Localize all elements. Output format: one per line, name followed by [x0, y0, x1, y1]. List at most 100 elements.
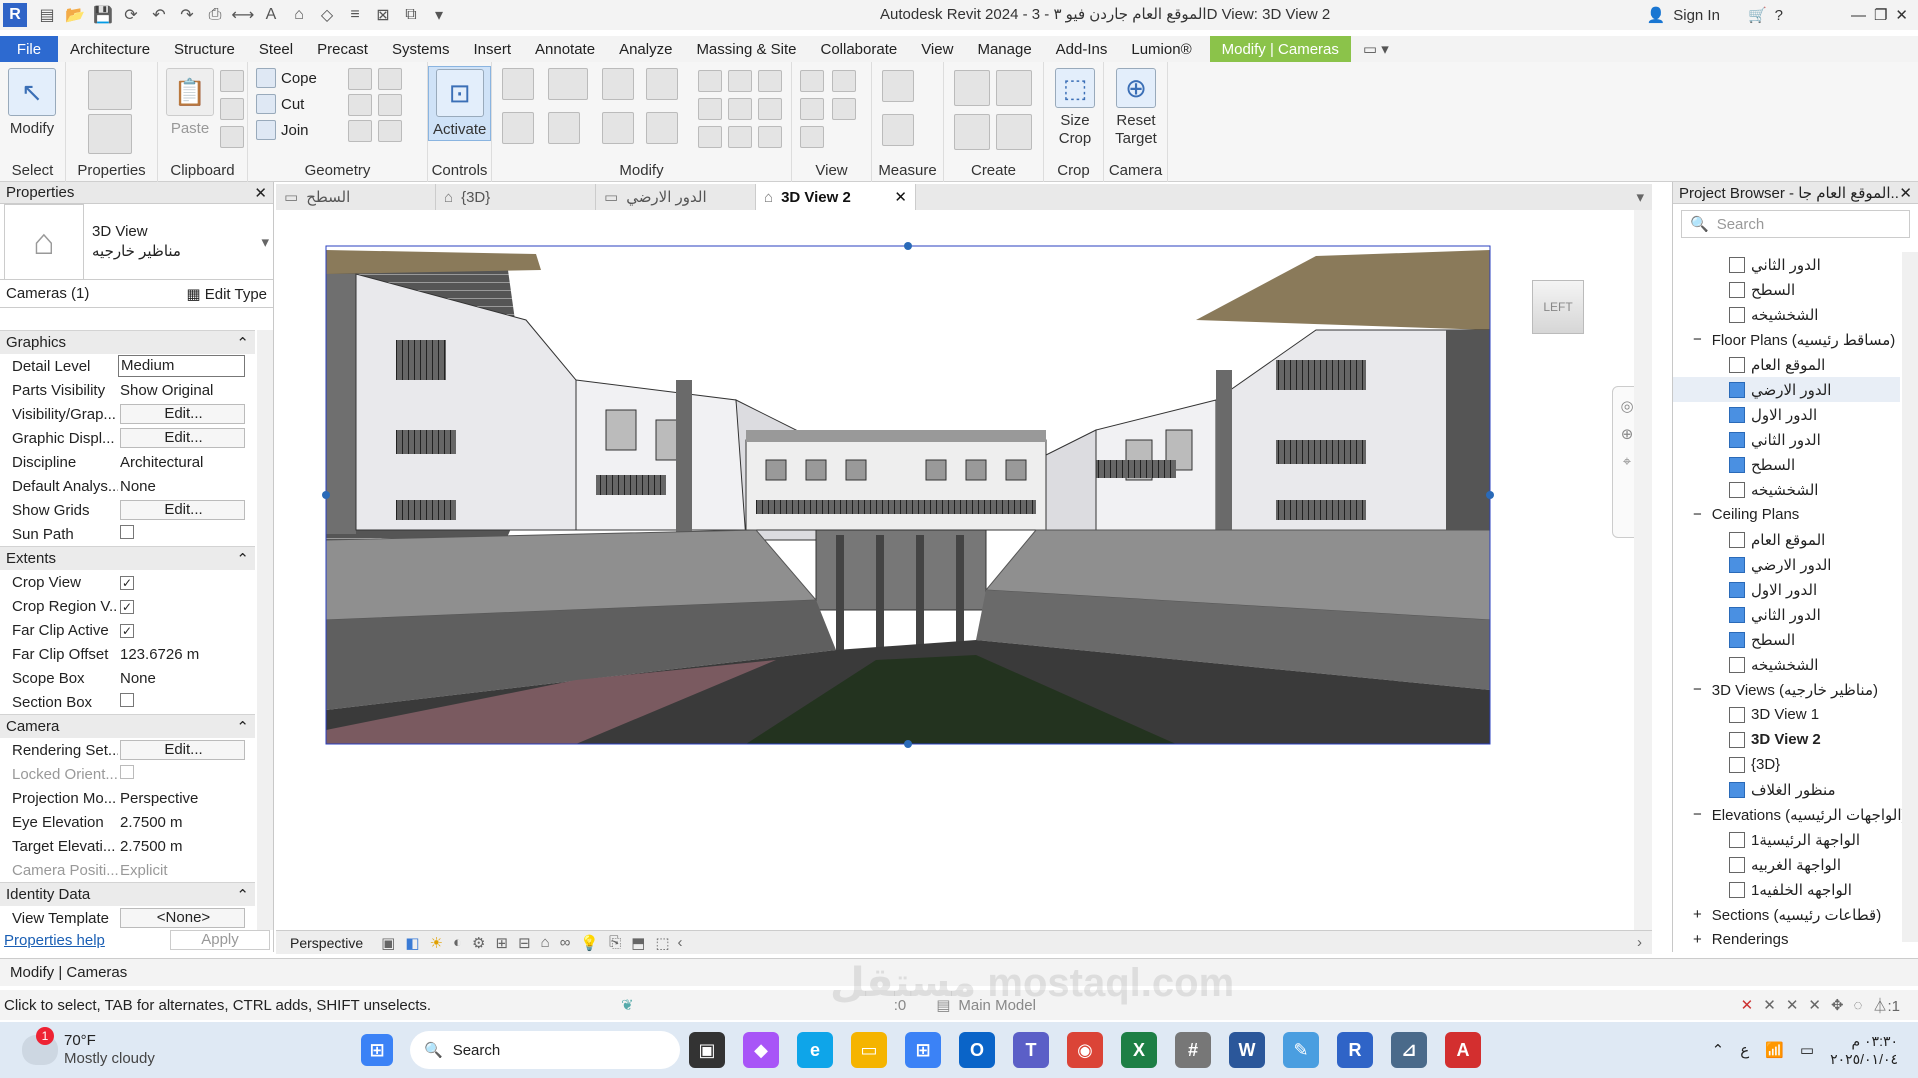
help-icon[interactable]: ? — [1775, 7, 1783, 24]
ribbon-tab-systems[interactable]: Systems — [380, 36, 462, 62]
browser-category[interactable]: −Elevations (الواجهات الرئيسيه) — [1673, 802, 1907, 827]
view-tab[interactable]: ▭ الدور الارضي — [596, 184, 756, 210]
browser-item[interactable]: السطح — [1673, 277, 1900, 302]
ribbon-tab-modify-cameras[interactable]: Modify | Cameras — [1209, 36, 1351, 62]
properties-scrollbar[interactable] — [257, 330, 273, 930]
properties-icon[interactable] — [88, 114, 132, 154]
dimension-icon[interactable] — [882, 114, 914, 146]
split-face-icon[interactable] — [378, 68, 402, 90]
split-gap-icon[interactable] — [728, 70, 752, 92]
browser-item[interactable]: الواجهه الخلفيه1 — [1673, 877, 1900, 902]
hide-isolate-icon[interactable]: ∞ — [560, 934, 571, 951]
browser-item[interactable]: الشخشيخه — [1673, 477, 1900, 502]
select-underlay-icon[interactable]: ✕ — [1763, 996, 1776, 1014]
copy-element-icon[interactable] — [548, 112, 580, 144]
reset-target-button[interactable]: ⊕ Reset Target — [1108, 68, 1164, 148]
browser-item[interactable]: الدور الاول — [1673, 577, 1900, 602]
browser-item[interactable]: الدور الثاني — [1673, 602, 1900, 627]
rendering-edit-button[interactable]: Edit... — [120, 740, 245, 760]
edge-icon[interactable]: e — [797, 1032, 833, 1068]
trim-single-icon[interactable] — [698, 126, 722, 148]
browser-item[interactable]: 3D View 1 — [1673, 702, 1900, 727]
browser-category[interactable]: + Sections (قطاعات رئيسيه) — [1673, 902, 1900, 927]
view-tab[interactable]: ⌂ 3D View 2 ✕ — [756, 184, 916, 210]
task-view-icon[interactable]: ▣ — [689, 1032, 725, 1068]
shadows-icon[interactable]: ◐ — [453, 934, 462, 951]
move-icon[interactable] — [502, 112, 534, 144]
copy-icon[interactable] — [220, 98, 244, 120]
browser-item[interactable]: الدور الاول — [1673, 402, 1900, 427]
browser-search[interactable]: 🔍 Search — [1681, 210, 1910, 238]
zoom-icon[interactable]: ⊕ — [1621, 425, 1634, 443]
pin-icon[interactable] — [758, 70, 782, 92]
home-icon[interactable]: ▤ — [34, 4, 60, 26]
browser-item[interactable]: الدور الارضي — [1673, 552, 1900, 577]
tray-chevron-icon[interactable]: ⌃ — [1712, 1041, 1725, 1059]
browser-item[interactable]: {3D} — [1673, 752, 1900, 777]
collapse-icon[interactable]: − — [1693, 331, 1702, 348]
ribbon-tab-collaborate[interactable]: Collaborate — [808, 36, 909, 62]
modify-button[interactable]: ↖ Modify — [8, 68, 56, 137]
design-options-icon[interactable]: ▤ — [936, 996, 950, 1014]
measure-distance-icon[interactable] — [882, 70, 914, 102]
excel-icon[interactable]: X — [1121, 1032, 1157, 1068]
render-icon[interactable]: ⚙ — [472, 934, 485, 952]
rotate-icon[interactable] — [602, 112, 634, 144]
paint-app-icon[interactable]: ✎ — [1283, 1032, 1319, 1068]
cut-clip-icon[interactable] — [220, 70, 244, 92]
sun-path-checkbox[interactable] — [120, 525, 134, 539]
view-template-button[interactable]: <None> — [120, 908, 245, 928]
close-browser-icon[interactable]: ✕ — [1899, 184, 1912, 202]
worksharing-icon[interactable]: ❦ — [621, 996, 634, 1014]
redo-icon[interactable]: ↷ — [174, 4, 200, 26]
browser-item[interactable]: الواجهة الرئيسية1 — [1673, 827, 1900, 852]
align-icon[interactable] — [502, 68, 534, 100]
type-properties-icon[interactable] — [88, 70, 132, 110]
beam-icon[interactable] — [348, 120, 372, 142]
browser-category[interactable]: + Renderings — [1673, 927, 1900, 952]
ribbon-tab-structure[interactable]: Structure — [162, 36, 247, 62]
copilot-icon[interactable]: ◆ — [743, 1032, 779, 1068]
browser-item[interactable]: الواجهة الغربيه — [1673, 852, 1900, 877]
visual-style-icon[interactable]: ◧ — [405, 934, 419, 952]
section-graphics[interactable]: Graphics ⌃ — [0, 330, 255, 354]
section-box-checkbox[interactable] — [120, 693, 134, 707]
select-label[interactable]: Select — [0, 162, 65, 182]
sign-in-link[interactable]: Sign In — [1673, 7, 1720, 24]
apply-button[interactable]: Apply — [170, 930, 270, 950]
save-icon[interactable]: 💾 — [90, 4, 116, 26]
start-icon[interactable]: ⊞ — [361, 1034, 393, 1066]
section-identity[interactable]: Identity Data ⌃ — [0, 882, 255, 906]
expand-icon[interactable]: + — [1693, 906, 1702, 923]
browser-item[interactable]: الموقع العام — [1673, 352, 1900, 377]
reveal-hidden-icon[interactable]: 💡 — [580, 934, 599, 952]
thin-lines-icon[interactable]: ≡ — [342, 4, 368, 26]
close-hidden-icon[interactable]: ⊠ — [370, 4, 396, 26]
graphic-display-edit-button[interactable]: Edit... — [120, 428, 245, 448]
crop-view-icon[interactable]: ⊞ — [496, 934, 509, 952]
chevron-down-icon[interactable]: ▾ — [261, 233, 269, 251]
size-crop-button[interactable]: ⬚ Size Crop — [1050, 68, 1100, 148]
select-face-icon[interactable]: ✕ — [1808, 996, 1821, 1014]
view-tabs-menu-icon[interactable]: ▾ — [1628, 184, 1652, 210]
ribbon-tab-add-ins[interactable]: Add-Ins — [1044, 36, 1120, 62]
properties-help-link[interactable]: Properties help — [4, 932, 105, 949]
sections-icon[interactable]: ◇ — [314, 4, 340, 26]
offset-icon[interactable] — [548, 68, 588, 100]
open-icon[interactable]: 📂 — [62, 4, 88, 26]
browser-scrollbar[interactable] — [1902, 252, 1918, 942]
store-icon[interactable]: ⊞ — [905, 1032, 941, 1068]
detail-level-icon[interactable]: ▣ — [381, 934, 395, 952]
instance-selector[interactable]: Cameras (1) — [6, 285, 89, 302]
show-crop-icon[interactable]: ⊟ — [518, 934, 531, 952]
array-icon[interactable] — [698, 98, 722, 120]
explorer-icon[interactable]: ▭ — [851, 1032, 887, 1068]
crop-view-checkbox[interactable]: ✓ — [120, 575, 134, 590]
scale-icon[interactable] — [728, 98, 752, 120]
activate-button[interactable]: ⊡ Activate — [428, 66, 492, 141]
user-icon[interactable]: 👤 — [1647, 6, 1666, 24]
far-clip-checkbox[interactable]: ✓ — [120, 623, 134, 638]
paste-button[interactable]: 📋 Paste — [166, 68, 214, 137]
battery-icon[interactable]: ▭ — [1800, 1041, 1814, 1059]
join-button[interactable]: Join — [256, 120, 309, 140]
